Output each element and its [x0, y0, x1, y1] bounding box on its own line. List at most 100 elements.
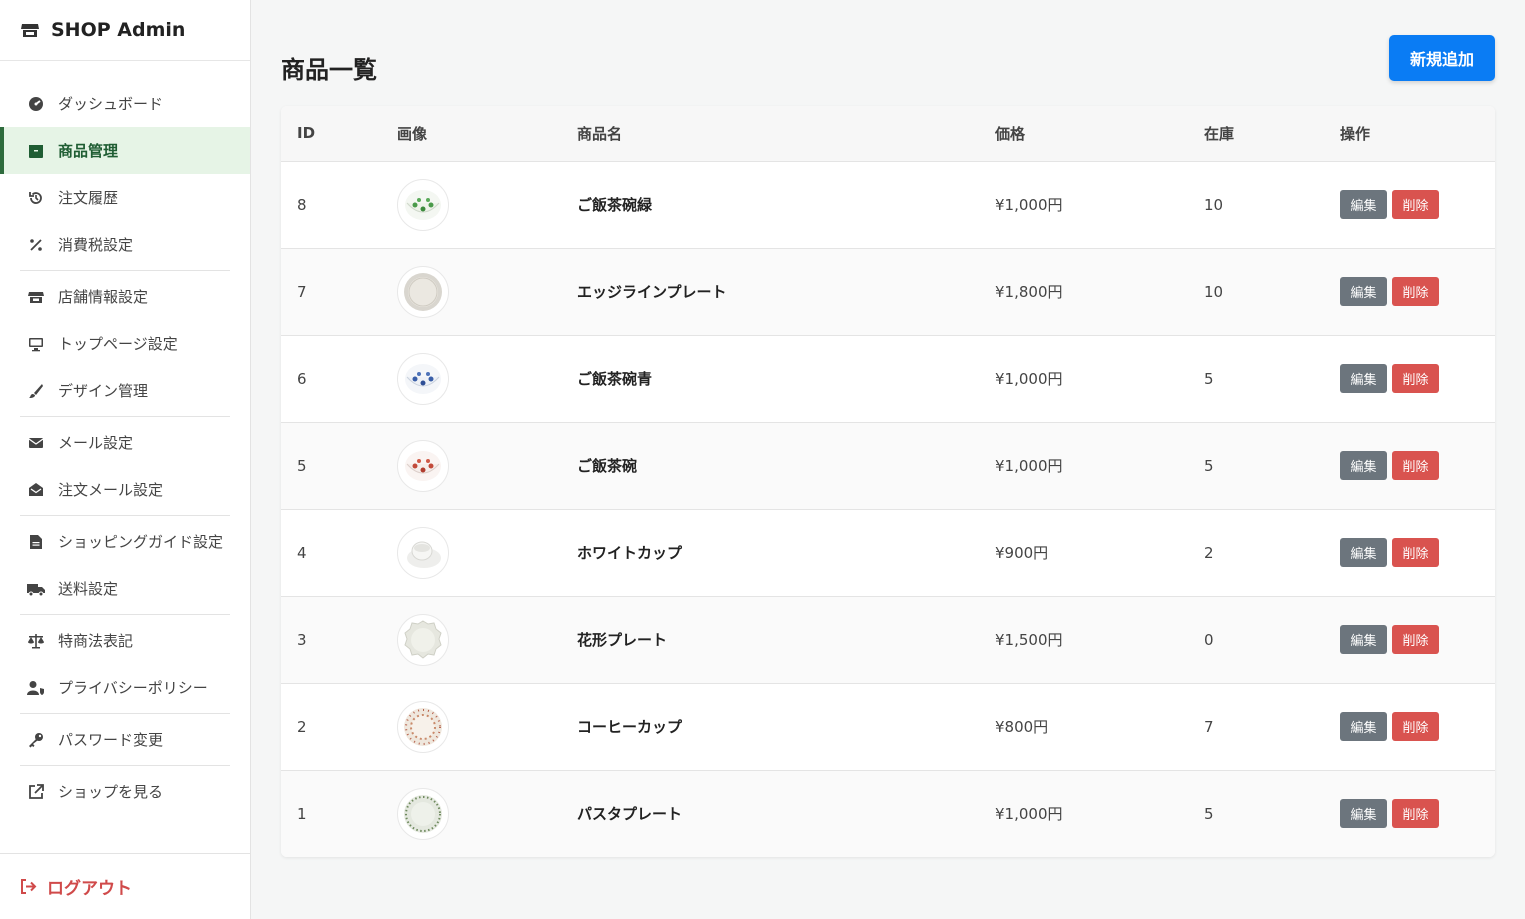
- sidebar-item-order-history[interactable]: 注文履歴: [0, 174, 250, 221]
- product-thumbnail: [397, 178, 449, 231]
- delete-button[interactable]: 削除: [1392, 364, 1439, 393]
- sidebar-item-shopping-guide[interactable]: ショッピングガイド設定: [0, 518, 250, 565]
- cell-stock: 5: [1204, 369, 1214, 388]
- edit-button[interactable]: 編集: [1340, 625, 1387, 654]
- user-shield-icon: [27, 679, 45, 697]
- logout-icon: [20, 878, 37, 895]
- sidebar-item-top-page[interactable]: トップページ設定: [0, 320, 250, 367]
- sidebar-item-label: 商品管理: [58, 142, 119, 160]
- store-icon: [20, 20, 40, 40]
- sidebar-item-products[interactable]: 商品管理: [0, 127, 250, 174]
- table-row: 2 コーヒーカップ ¥800円 7 編集 削除: [281, 683, 1495, 770]
- edit-button[interactable]: 編集: [1340, 364, 1387, 393]
- delete-button[interactable]: 削除: [1392, 451, 1439, 480]
- logout-label: ログアウト: [47, 879, 132, 899]
- sidebar-item-legal[interactable]: 特商法表記: [0, 617, 250, 664]
- cell-stock: 5: [1204, 456, 1214, 475]
- product-thumbnail: [397, 265, 449, 318]
- cell-product-name: ご飯茶碗緑: [577, 196, 653, 214]
- sidebar-item-view-shop[interactable]: ショップを見る: [0, 768, 250, 815]
- delete-button[interactable]: 削除: [1392, 625, 1439, 654]
- cell-product-name: パスタプレート: [577, 805, 683, 824]
- external-link-icon: [27, 783, 45, 801]
- delete-button[interactable]: 削除: [1392, 538, 1439, 567]
- edit-button[interactable]: 編集: [1340, 451, 1387, 480]
- sidebar-item-shipping[interactable]: 送料設定: [0, 565, 250, 612]
- dashboard-gauge-icon: [27, 95, 45, 113]
- cell-stock: 7: [1204, 717, 1214, 736]
- cell-id: 2: [297, 717, 307, 736]
- header-id: ID: [281, 106, 381, 162]
- nav-divider: [20, 713, 230, 714]
- product-thumbnail: [397, 526, 449, 579]
- cell-product-name: ご飯茶碗: [577, 457, 638, 475]
- cell-product-name: ご飯茶碗青: [577, 370, 653, 388]
- cell-price: ¥1,000円: [995, 457, 1063, 475]
- edit-button[interactable]: 編集: [1340, 799, 1387, 829]
- sidebar-item-dashboard[interactable]: ダッシュボード: [0, 80, 250, 127]
- cell-stock: 0: [1204, 630, 1214, 649]
- sidebar-item-password[interactable]: パスワード変更: [0, 716, 250, 763]
- cell-id: 1: [297, 804, 307, 823]
- sidebar-item-order-mail[interactable]: 注文メール設定: [0, 466, 250, 513]
- cell-product-name: ホワイトカップ: [577, 544, 683, 562]
- add-new-button[interactable]: 新規追加: [1389, 35, 1495, 81]
- nav-divider: [20, 515, 230, 516]
- cell-product-name: コーヒーカップ: [577, 718, 683, 736]
- delete-button[interactable]: 削除: [1392, 190, 1439, 219]
- cell-price: ¥1,000円: [995, 196, 1063, 214]
- table-row: 3 花形プレート ¥1,500円 0 編集 削除: [281, 596, 1495, 683]
- sidebar-item-label: ダッシュボード: [58, 95, 164, 113]
- nav-divider: [20, 765, 230, 766]
- brush-icon: [27, 382, 45, 400]
- sidebar-item-design[interactable]: デザイン管理: [0, 367, 250, 414]
- sidebar-item-label: 特商法表記: [58, 632, 134, 650]
- sidebar-item-label: ショッピングガイド設定: [58, 533, 224, 551]
- row-actions: 編集 削除: [1340, 799, 1495, 829]
- edit-button[interactable]: 編集: [1340, 277, 1387, 306]
- sidebar-item-label: メール設定: [58, 434, 134, 452]
- delete-button[interactable]: 削除: [1392, 712, 1439, 741]
- scale-icon: [27, 632, 45, 650]
- nav-divider: [20, 270, 230, 271]
- table-row: 5 ご飯茶碗 ¥1,000円 5 編集 削除: [281, 422, 1495, 509]
- brand-title: SHOP Admin: [51, 19, 186, 41]
- cell-product-name: 花形プレート: [577, 631, 668, 649]
- logout-button[interactable]: ログアウト: [0, 853, 250, 919]
- edit-button[interactable]: 編集: [1340, 538, 1387, 567]
- products-table-card: ID 画像 商品名 価格 在庫 操作 8 ご飯茶碗緑 ¥1,000円 10 編集…: [281, 106, 1495, 857]
- product-thumbnail: [397, 700, 449, 753]
- brand-header: SHOP Admin: [0, 0, 250, 61]
- delete-button[interactable]: 削除: [1392, 277, 1439, 306]
- cell-stock: 2: [1204, 543, 1214, 562]
- edit-button[interactable]: 編集: [1340, 190, 1387, 219]
- product-thumbnail: [397, 787, 449, 840]
- mail-inbox-icon: [27, 481, 45, 499]
- table-row: 6 ご飯茶碗青 ¥1,000円 5 編集 削除: [281, 335, 1495, 422]
- edit-button[interactable]: 編集: [1340, 712, 1387, 741]
- sidebar-item-tax[interactable]: 消費税設定: [0, 221, 250, 268]
- header-image: 画像: [381, 106, 561, 162]
- table-header-row: ID 画像 商品名 価格 在庫 操作: [281, 106, 1495, 162]
- cell-stock: 10: [1204, 282, 1224, 301]
- page-title: 商品一覧: [281, 56, 377, 84]
- sidebar-item-mail[interactable]: メール設定: [0, 419, 250, 466]
- sidebar-item-label: 店舗情報設定: [58, 288, 149, 306]
- truck-icon: [27, 580, 45, 598]
- sidebar-item-label: ショップを見る: [58, 783, 164, 801]
- delete-button[interactable]: 削除: [1392, 799, 1439, 829]
- sidebar-item-store-info[interactable]: 店舗情報設定: [0, 273, 250, 320]
- table-row: 1 パスタプレート ¥1,000円 5 編集 削除: [281, 770, 1495, 857]
- table-row: 8 ご飯茶碗緑 ¥1,000円 10 編集 削除: [281, 161, 1495, 248]
- cell-price: ¥1,000円: [995, 370, 1063, 388]
- document-icon: [27, 533, 45, 551]
- nav-divider: [20, 416, 230, 417]
- header-stock: 在庫: [1188, 106, 1324, 162]
- row-actions: 編集 削除: [1340, 538, 1495, 567]
- sidebar-item-privacy[interactable]: プライバシーポリシー: [0, 664, 250, 711]
- sidebar-item-label: トップページ設定: [58, 335, 178, 353]
- sidebar-item-label: パスワード変更: [58, 731, 164, 749]
- row-actions: 編集 削除: [1340, 277, 1495, 306]
- row-actions: 編集 削除: [1340, 625, 1495, 654]
- sidebar-item-label: 注文履歴: [58, 189, 119, 207]
